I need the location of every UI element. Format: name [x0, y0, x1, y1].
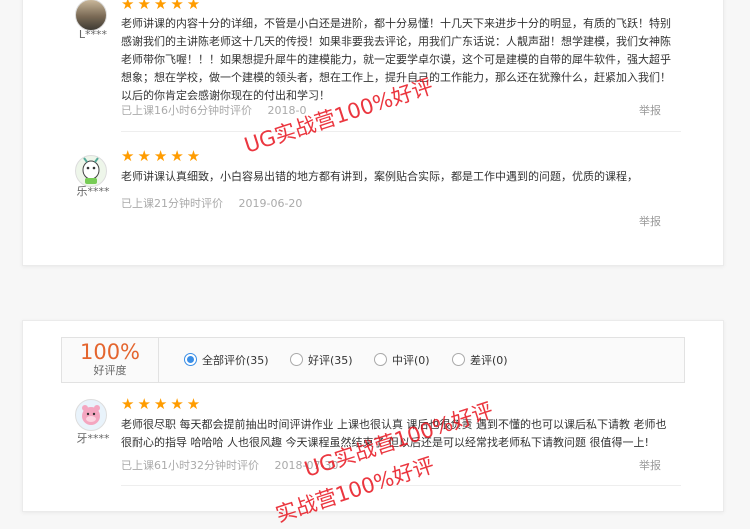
review-date: 2018-0 — [267, 104, 307, 117]
star-rating: ★★★★★ — [121, 147, 204, 165]
filter-bad[interactable]: 差评(0) — [452, 352, 508, 368]
review-date: 2019-06-20 — [238, 197, 303, 210]
review-duration: 已上课21分钟时评价 — [121, 197, 223, 210]
filter-neutral-label: 中评(0) — [392, 354, 430, 367]
review-date: 2018-07-30 — [274, 459, 339, 472]
cartoon-avatar-icon — [82, 157, 100, 184]
user-name: 乐**** — [76, 185, 110, 198]
radio-icon — [290, 353, 303, 366]
reviews-card-bottom: 100% 好评度 全部评价(35) 好评(35) 中评(0) 差评(0) 牙**… — [22, 320, 724, 512]
radio-icon — [374, 353, 387, 366]
radio-icon — [452, 353, 465, 366]
review-text: 老师讲课的内容十分的详细，不管是小白还是进阶，都十分易懂！十几天下来进步十分的明… — [121, 17, 671, 102]
filter-good-label: 好评(35) — [308, 354, 353, 367]
star-rating: ★★★★★ — [121, 0, 204, 13]
report-link[interactable]: 举报 — [639, 213, 661, 229]
filter-good[interactable]: 好评(35) — [290, 352, 353, 368]
rating-filter-bar: 100% 好评度 全部评价(35) 好评(35) 中评(0) 差评(0) — [61, 337, 685, 383]
rating-percent: 100% — [79, 340, 141, 364]
user-name: L**** — [78, 28, 108, 41]
radio-icon — [184, 353, 197, 366]
rating-summary: 100% 好评度 — [62, 338, 159, 382]
report-link[interactable]: 举报 — [639, 457, 661, 473]
user-name: 牙**** — [76, 432, 110, 445]
rating-label: 好评度 — [93, 364, 127, 377]
pink-cartoon-icon — [82, 405, 100, 425]
divider — [121, 131, 681, 132]
filter-all[interactable]: 全部评价(35) — [184, 352, 269, 368]
review-meta: 已上课16小时6分钟时评价 2018-0 — [121, 102, 318, 118]
review-duration: 已上课16小时6分钟时评价 — [121, 104, 252, 117]
review-text: 老师讲课认真细致，小白容易出错的地方都有讲到，案例贴合实际，都是工作中遇到的问题… — [121, 170, 638, 183]
report-link[interactable]: 举报 — [639, 102, 661, 118]
filter-all-label: 全部评价(35) — [202, 354, 269, 367]
reviews-card-top: L**** ★★★★★ 老师讲课的内容十分的详细，不管是小白还是进阶，都十分易懂… — [22, 0, 724, 266]
filter-bad-label: 差评(0) — [470, 354, 508, 367]
user-avatar[interactable] — [75, 399, 107, 431]
review-meta: 已上课21分钟时评价 2019-06-20 — [121, 195, 314, 211]
divider — [121, 485, 681, 486]
filter-neutral[interactable]: 中评(0) — [374, 352, 430, 368]
review-text: 老师很尽职 每天都会提前抽出时间评讲作业 上课也很认真 课后也很负责 遇到不懂的… — [121, 418, 667, 449]
review-duration: 已上课61小时32分钟时评价 — [121, 459, 259, 472]
review-meta: 已上课61小时32分钟时评价 2018-07-30 — [121, 457, 350, 473]
star-rating: ★★★★★ — [121, 395, 204, 413]
user-avatar[interactable] — [75, 0, 107, 31]
